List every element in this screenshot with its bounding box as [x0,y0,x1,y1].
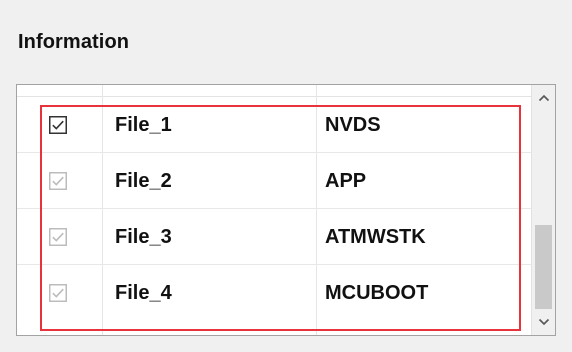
file-name: File_4 [115,282,172,304]
scroll-thumb[interactable] [535,225,552,309]
file-name: File_1 [115,114,172,136]
file-name: File_2 [115,170,172,192]
scroll-up-button[interactable] [532,87,555,109]
file-list[interactable]: File_1 NVDS File_2 APP File_3 ATMWSTK Fi… [16,84,556,336]
row-checkbox[interactable] [49,284,67,302]
section-title: Information [18,31,130,53]
chevron-up-icon [538,94,549,102]
checkbox-icon [49,228,67,246]
vertical-scrollbar[interactable] [531,85,555,335]
table-row[interactable]: File_3 ATMWSTK [17,209,531,265]
scroll-down-button[interactable] [532,311,555,333]
checkbox-icon [49,172,67,190]
chevron-down-icon [538,318,549,326]
file-type: APP [325,170,367,192]
row-checkbox[interactable] [49,116,67,134]
table-row[interactable]: File_4 MCUBOOT [17,265,531,321]
file-type: ATMWSTK [325,226,426,248]
information-panel: Information File_1 NVDS File_2 APP File_… [0,0,572,352]
file-type: NVDS [325,114,381,136]
table-row[interactable]: File_2 APP [17,153,531,209]
checkbox-icon [49,284,67,302]
row-checkbox[interactable] [49,228,67,246]
checkbox-icon [49,116,67,134]
file-type: MCUBOOT [325,282,429,304]
list-header [17,85,531,97]
row-checkbox[interactable] [49,172,67,190]
file-name: File_3 [115,226,172,248]
file-list-rows: File_1 NVDS File_2 APP File_3 ATMWSTK Fi… [17,85,531,335]
table-row[interactable]: File_1 NVDS [17,97,531,153]
